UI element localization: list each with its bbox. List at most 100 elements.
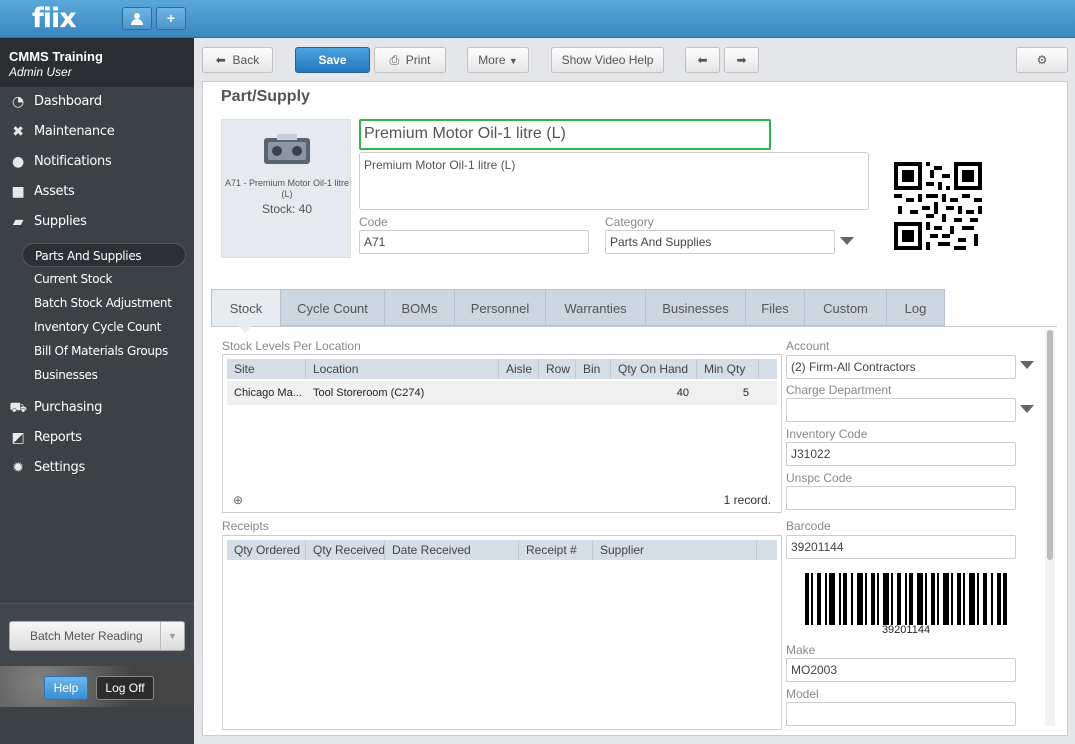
log-off-button[interactable]: Log Off	[96, 676, 154, 700]
thumbnail-caption: A71 - Premium Motor Oil-1 litre (L)	[224, 178, 350, 199]
column-header[interactable]: Qty Ordered	[227, 540, 306, 560]
previous-record-button[interactable]: ⬅	[685, 47, 720, 73]
category-field[interactable]: Parts And Supplies	[605, 230, 835, 254]
column-header[interactable]: Row	[539, 359, 576, 379]
nav-purchasing[interactable]: ⛟ Purchasing	[0, 393, 194, 423]
nav-businesses[interactable]: Businesses	[34, 363, 98, 387]
model-field[interactable]	[786, 702, 1016, 726]
description-field[interactable]: Premium Motor Oil-1 litre (L)	[359, 152, 869, 210]
wrench-icon: ✖	[12, 124, 24, 140]
arrow-left-icon: ⬅	[215, 53, 226, 67]
part-thumbnail[interactable]: A71 - Premium Motor Oil-1 litre (L) Stoc…	[221, 119, 351, 258]
inventory-code-label: Inventory Code	[786, 427, 868, 441]
back-button[interactable]: ⬅ Back	[202, 47, 273, 73]
charge-department-field[interactable]	[786, 398, 1016, 422]
column-header[interactable]: Supplier	[593, 540, 757, 560]
nav-parts-and-supplies[interactable]: Parts And Supplies	[22, 243, 186, 267]
batch-meter-reading-button[interactable]: Batch Meter Reading ▼	[9, 621, 185, 651]
nav-notifications[interactable]: ● Notifications	[0, 147, 194, 177]
category-label: Category	[605, 215, 654, 229]
cart-icon: ⛟	[9, 400, 27, 416]
print-label: Print	[405, 53, 431, 67]
tab-custom[interactable]: Custom	[804, 289, 887, 326]
back-label: Back	[232, 53, 260, 67]
more-label: More	[478, 53, 506, 67]
plus-icon: +	[166, 10, 176, 26]
tab-businesses[interactable]: Businesses	[645, 289, 746, 326]
stock-levels-title: Stock Levels Per Location	[222, 339, 361, 353]
tab-boms[interactable]: BOMs	[384, 289, 455, 326]
account-dropdown-icon[interactable]	[1020, 361, 1034, 369]
gear-icon: ⚙	[1036, 53, 1048, 67]
receipts-title: Receipts	[222, 519, 269, 533]
nav-maintenance[interactable]: ✖ Maintenance	[0, 117, 194, 147]
tab-stock[interactable]: Stock	[211, 289, 281, 326]
chevron-down-icon[interactable]: ▼	[160, 622, 184, 650]
column-header[interactable]: Date Received	[385, 540, 519, 560]
nav-current-stock[interactable]: Current Stock	[34, 267, 113, 291]
tab-files[interactable]: Files	[745, 289, 805, 326]
inventory-code-field[interactable]: J31022	[786, 442, 1016, 466]
tab-personnel[interactable]: Personnel	[454, 289, 546, 326]
nav-label: Notifications	[34, 154, 112, 169]
unspc-code-field[interactable]	[786, 486, 1016, 510]
code-field[interactable]: A71	[359, 230, 589, 254]
column-header[interactable]: Aisle	[499, 359, 539, 379]
tab-cycle-count[interactable]: Cycle Count	[280, 289, 385, 326]
tab-bar: Stock Cycle Count BOMs Personnel Warrant…	[211, 289, 946, 326]
printer-icon: ⎙	[389, 53, 400, 67]
show-video-help-button[interactable]: Show Video Help	[551, 47, 664, 73]
nav-settings[interactable]: ✹ Settings	[0, 453, 194, 483]
nav-assets[interactable]: ■ Assets	[0, 177, 194, 207]
settings-button[interactable]: ⚙	[1016, 47, 1068, 73]
record-count: 1 record.	[723, 493, 771, 507]
nav-label: Settings	[34, 460, 85, 475]
batch-meter-label: Batch Meter Reading	[30, 629, 143, 643]
tab-log[interactable]: Log	[886, 289, 945, 326]
part-name-input[interactable]: Premium Motor Oil-1 litre (L)	[359, 119, 771, 150]
add-button[interactable]: +	[156, 7, 186, 30]
category-dropdown-icon[interactable]	[840, 237, 854, 245]
nav-batch-stock-adjustment[interactable]: Batch Stock Adjustment	[34, 291, 172, 315]
make-field[interactable]: MO2003	[786, 658, 1016, 682]
nav-label: Reports	[34, 430, 82, 445]
nav-supplies[interactable]: ▰ Supplies	[0, 207, 194, 237]
model-label: Model	[786, 687, 819, 701]
vertical-scrollbar[interactable]	[1045, 330, 1055, 726]
barcode-field[interactable]: 39201144	[786, 535, 1016, 559]
grid-header: Site Location Aisle Row Bin Qty On Hand …	[227, 359, 777, 379]
save-button[interactable]: Save	[295, 47, 370, 73]
nav-reports[interactable]: ◩ Reports	[0, 423, 194, 453]
page-title: Part/Supply	[221, 88, 310, 105]
nav-bill-of-materials-groups[interactable]: Bill Of Materials Groups	[34, 339, 168, 363]
barcode-number: 39201144	[881, 624, 931, 636]
current-user: Admin User	[9, 65, 72, 79]
column-header[interactable]: Location	[306, 359, 499, 379]
user-icon	[131, 13, 143, 25]
part-image	[264, 134, 310, 164]
user-profile-button[interactable]	[122, 7, 152, 30]
more-button[interactable]: More ▼	[467, 47, 529, 73]
unspc-code-label: Unspc Code	[786, 471, 853, 485]
add-record-icon[interactable]: ⊕	[233, 493, 243, 507]
help-button[interactable]: Help	[44, 676, 88, 700]
column-header[interactable]: Qty On Hand	[611, 359, 697, 379]
account-field[interactable]: (2) Firm-All Contractors	[786, 355, 1016, 379]
barcode-image	[805, 573, 1007, 625]
column-header[interactable]: Min Qty	[697, 359, 759, 379]
column-header[interactable]: Bin	[576, 359, 611, 379]
stock-levels-grid: Site Location Aisle Row Bin Qty On Hand …	[222, 354, 782, 513]
nav-dashboard[interactable]: ◔ Dashboard	[0, 87, 194, 117]
barcode-label: Barcode	[786, 519, 831, 533]
charge-department-dropdown-icon[interactable]	[1020, 405, 1034, 413]
column-header[interactable]: Site	[227, 359, 306, 379]
fiix-logo[interactable]: fiix	[32, 3, 77, 34]
column-header[interactable]: Qty Received	[306, 540, 385, 560]
column-header[interactable]: Receipt #	[519, 540, 593, 560]
table-row[interactable]: Chicago Ma... Tool Storeroom (C274) 40 5	[227, 381, 777, 405]
scrollbar-thumb[interactable]	[1047, 330, 1053, 560]
nav-inventory-cycle-count[interactable]: Inventory Cycle Count	[34, 315, 161, 339]
tab-warranties[interactable]: Warranties	[545, 289, 646, 326]
next-record-button[interactable]: ➡	[724, 47, 759, 73]
print-button[interactable]: ⎙ Print	[374, 47, 446, 73]
